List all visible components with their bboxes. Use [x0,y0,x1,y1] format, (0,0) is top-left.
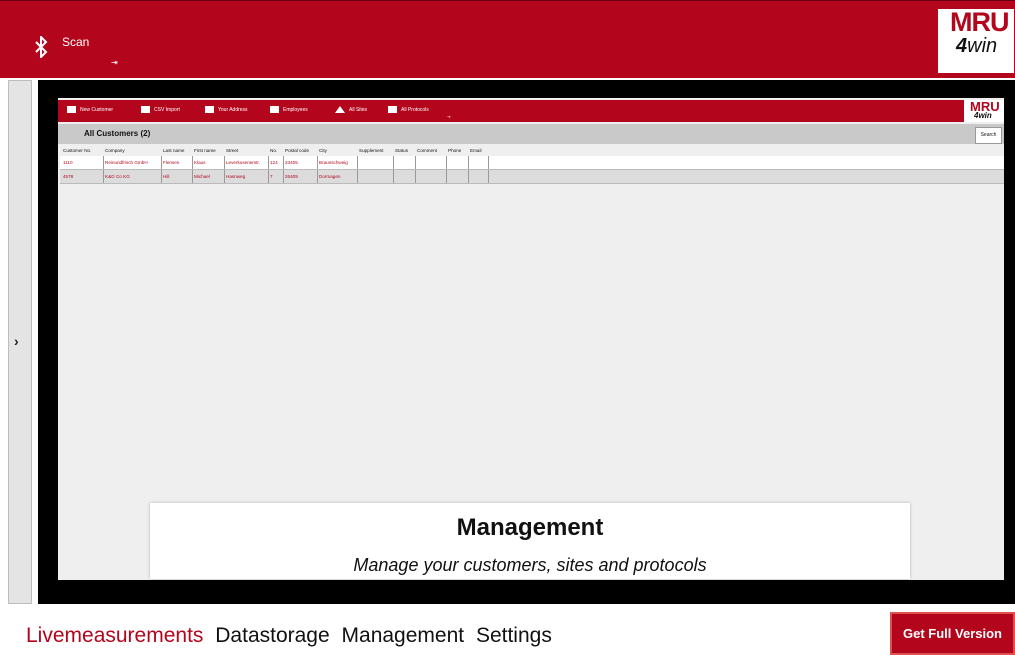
column-header[interactable]: First name [193,146,225,156]
toolbar-label: Employees [283,106,308,113]
caption-subtitle: Manage your customers, sites and protoco… [353,555,707,575]
new-customer-button[interactable]: New Customer [67,106,113,113]
your-address-button[interactable]: Your Address [205,106,248,113]
side-panel-toggle[interactable]: › [8,80,32,604]
table-cell: Leverkusenerstr. [225,156,269,169]
employees-icon [270,106,279,113]
table-cell: Hasnweg [225,170,269,183]
toolbar-label: All Sites [349,106,368,113]
inner-mru-logo: MRU 4win [964,99,1004,122]
all-sites-button[interactable]: All Sites [335,106,367,113]
table-cell [416,170,447,183]
import-icon [141,106,150,113]
toolbar-label: All Protocols [401,106,429,113]
all-protocols-button[interactable]: All Protocols [388,106,429,113]
table-cell: 26409 [284,170,318,183]
table-cell: Klaus [193,156,225,169]
column-header[interactable]: No. [269,146,284,156]
table-cell [394,170,416,183]
column-header[interactable]: Street [225,146,269,156]
table-cell [469,170,489,183]
table-cell: 1110 [62,156,104,169]
top-bar: Scan ⇥ MRU 4win [0,0,1015,78]
table-cell: K&G Co KG [104,170,162,183]
table-cell [358,156,394,169]
employees-button[interactable]: Employees [270,106,308,113]
table-cell: 4578 [62,170,104,183]
logo-4win-text: 4win [974,111,992,120]
customer-table: Customer No. Company Last name First nam… [60,146,1004,184]
protocol-icon [388,106,397,113]
table-cell: Dormagen [318,170,358,183]
table-cell: Reinundfrisch GmbH [104,156,162,169]
cursor-indicator: ⇥ [447,114,451,119]
nav-datastorage[interactable]: Datastorage [215,624,329,647]
table-cell [394,156,416,169]
table-cell: 124 [269,156,284,169]
nav-settings[interactable]: Settings [476,624,552,647]
toolbar-label: CSV Import [154,106,180,113]
nav-management[interactable]: Management [342,624,465,647]
table-cell [469,156,489,169]
caption-title: Management [456,514,604,541]
column-header[interactable]: Supplement [358,146,394,156]
address-card-icon [205,106,214,113]
chevron-right-icon: › [14,333,19,349]
bluetooth-icon[interactable] [34,36,48,58]
column-header[interactable]: Phone [447,146,469,156]
table-cell: Braunschweig [318,156,358,169]
table-row[interactable]: 1110 Reinundfrisch GmbH Flensen Klaus Le… [60,156,1004,170]
table-cell [447,170,469,183]
column-header[interactable]: Postal code [284,146,318,156]
toolbar-label: New Customer [80,106,114,113]
column-header[interactable]: Email [469,146,489,156]
table-cell: 23405 [284,156,318,169]
logo-win-text: win [967,35,998,57]
bottom-navigation: Livemeasurements Datastorage Management … [26,624,558,648]
table-cell [447,156,469,169]
table-cell [416,156,447,169]
csv-import-button[interactable]: CSV Import [141,106,180,113]
mru-logo: MRU 4win [938,7,1014,73]
column-header[interactable]: Comment [416,146,447,156]
inner-toolbar: New Customer CSV Import Your Address Emp… [58,99,1004,122]
feature-caption: Management Manage your customers, sites … [150,503,910,579]
table-cell [358,170,394,183]
column-header[interactable]: Customer No. [62,146,104,156]
logo-mru-text: MRU [950,7,1009,37]
logo-4-text: 4 [956,35,968,57]
logo-4win-text: 4win [956,35,997,58]
column-header[interactable]: Status [394,146,416,156]
table-cell: Hill [162,170,193,183]
toolbar-label: Your Address [218,106,248,113]
table-header: Customer No. Company Last name First nam… [60,146,1004,156]
get-full-version-button[interactable]: Get Full Version [890,612,1015,655]
page-title: All Customers (2) [84,129,151,138]
cursor-indicator: ⇥ [111,58,118,67]
scan-label[interactable]: Scan [62,35,89,49]
list-header: All Customers (2) [58,124,1004,144]
table-cell: Michael [193,170,225,183]
column-header[interactable]: Last name [162,146,193,156]
person-card-icon [67,106,76,113]
table-row[interactable]: 4578 K&G Co KG Hill Michael Hasnweg 7 26… [60,170,1004,184]
home-icon [335,106,345,113]
column-header[interactable]: Company [104,146,162,156]
column-header[interactable]: City [318,146,358,156]
table-cell: Flensen [162,156,193,169]
search-button[interactable]: Search [975,127,1002,144]
table-cell: 7 [269,170,284,183]
nav-livemeasurements[interactable]: Livemeasurements [26,624,203,647]
